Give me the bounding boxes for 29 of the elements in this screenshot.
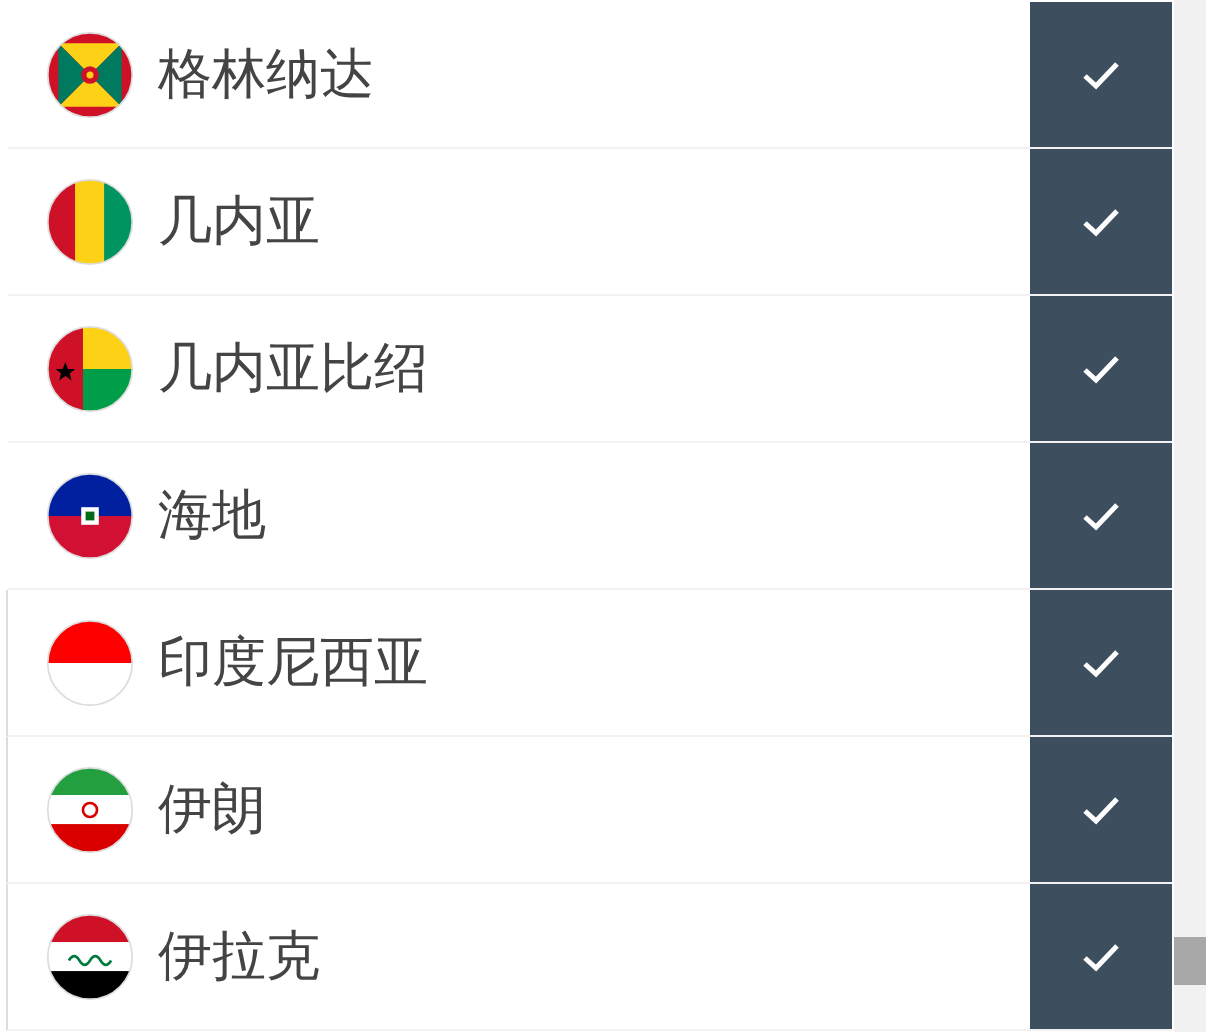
country-name: 几内亚 [158, 188, 321, 254]
flag-icon [46, 177, 134, 266]
checkbox[interactable] [1030, 590, 1172, 735]
country-name: 伊朗 [158, 776, 267, 842]
flag-icon [46, 912, 134, 1001]
flag-icon [46, 471, 134, 560]
checkbox[interactable] [1030, 443, 1172, 588]
country-name: 印度尼西亚 [158, 629, 429, 695]
country-name: 格林纳达 [158, 41, 375, 107]
scrollbar-thumb[interactable] [1174, 937, 1206, 985]
scrollbar[interactable] [1174, 0, 1206, 1032]
list-row[interactable]: 几内亚 [8, 149, 1172, 296]
flag-icon [46, 324, 134, 413]
flag-icon [46, 765, 134, 854]
list-row[interactable]: 伊朗 [6, 737, 1172, 884]
list-row[interactable]: 海地 [8, 443, 1172, 590]
flag-icon [46, 618, 134, 707]
country-name: 几内亚比绍 [158, 335, 429, 401]
list-row[interactable]: 几内亚比绍 [8, 296, 1172, 443]
checkbox[interactable] [1030, 296, 1172, 441]
list-row[interactable]: 印度尼西亚 [6, 590, 1172, 737]
checkbox[interactable] [1030, 2, 1172, 147]
country-name: 海地 [158, 482, 267, 548]
list-row[interactable]: 伊拉克 [6, 884, 1172, 1031]
list-row[interactable]: 格林纳达 [8, 2, 1172, 149]
country-name: 伊拉克 [158, 923, 321, 989]
checkbox[interactable] [1030, 884, 1172, 1029]
checkbox[interactable] [1030, 149, 1172, 294]
checkbox[interactable] [1030, 737, 1172, 882]
